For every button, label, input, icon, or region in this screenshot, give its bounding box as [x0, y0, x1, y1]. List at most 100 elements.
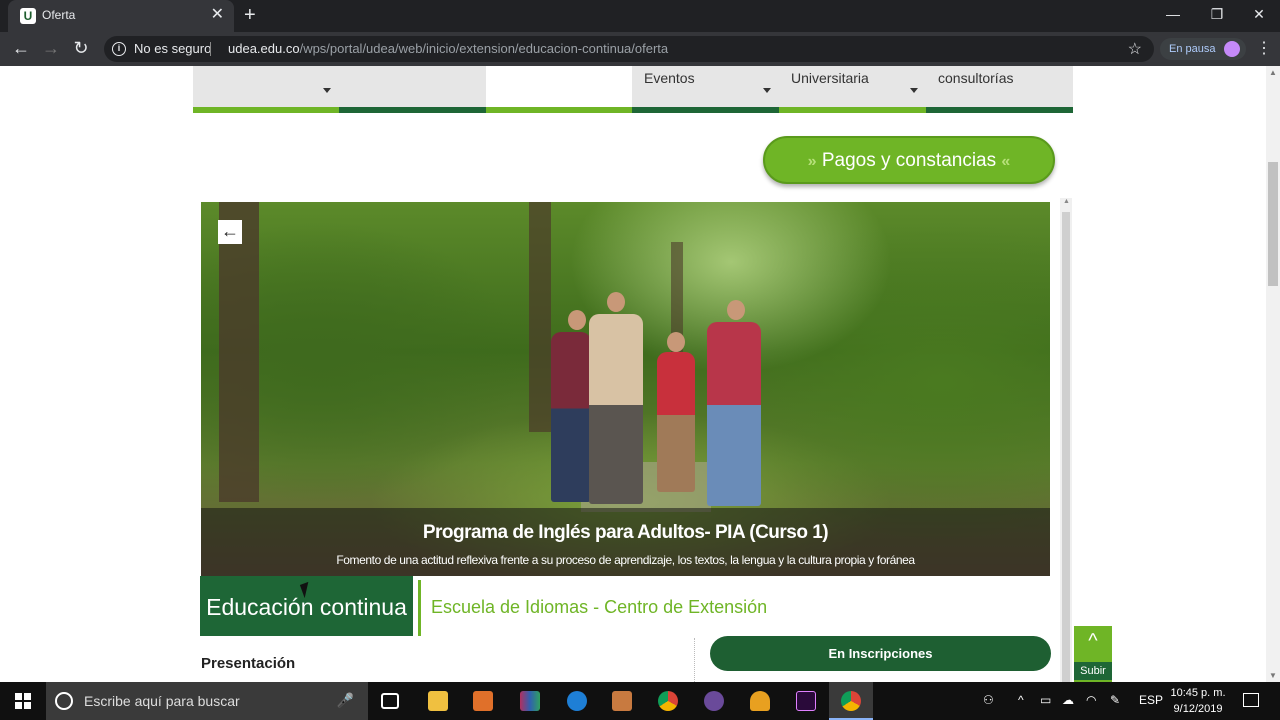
notifications-icon[interactable]	[1243, 693, 1259, 707]
search-placeholder: Escribe aquí para buscar	[84, 693, 240, 709]
clock[interactable]: 10:45 p. m. 9/12/2019	[1166, 685, 1230, 717]
pagos-label: Pagos y constancias	[821, 150, 997, 171]
tree-trunk	[529, 202, 551, 432]
nav-underline	[339, 107, 486, 113]
info-icon[interactable]: i	[112, 42, 126, 56]
address-bar[interactable]: i No es seguro udea.edu.co/wps/portal/ud…	[104, 36, 1154, 62]
battery-icon[interactable]: ▭	[1040, 693, 1051, 707]
media-player-icon[interactable]	[473, 691, 493, 711]
back-icon[interactable]: ←	[10, 38, 32, 58]
people-icon[interactable]: ⚇	[983, 693, 994, 707]
hero-banner: ← Programa de Inglés para Adultos- PIA (…	[201, 202, 1050, 576]
person-head	[667, 332, 685, 352]
school-name: Escuela de Idiomas - Centro de Extensión	[431, 597, 768, 617]
person-head	[727, 300, 745, 320]
inner-scroll-thumb[interactable]	[1062, 212, 1070, 682]
divider	[210, 42, 211, 56]
forward-icon[interactable]: →	[40, 38, 62, 58]
person	[707, 322, 761, 506]
tab-oferta[interactable]: U Oferta ✕	[8, 0, 234, 32]
url-host: udea.edu.co	[228, 41, 300, 56]
kebab-menu-icon[interactable]: ⋮	[1256, 38, 1272, 58]
pagos-constancias-button[interactable]: » Pagos y constancias «	[763, 136, 1055, 184]
language-indicator[interactable]: ESP	[1139, 693, 1163, 707]
onedrive-icon[interactable]: ☁	[1062, 693, 1074, 707]
udea-favicon-icon: U	[20, 8, 36, 24]
nav-underline	[632, 107, 779, 113]
person-head	[568, 310, 586, 330]
chevrons-left-icon: «	[1001, 153, 1011, 170]
pen-icon[interactable]: ✎	[1110, 693, 1120, 707]
restore-icon[interactable]: ❐	[1194, 4, 1240, 24]
edge-icon[interactable]	[567, 691, 587, 711]
avatar	[1224, 41, 1240, 57]
presentacion-heading: Presentación	[201, 655, 296, 672]
page-scrollbar[interactable]: ▲ ▼	[1266, 66, 1280, 682]
security-label[interactable]: No es seguro	[134, 41, 211, 56]
person-head	[607, 292, 625, 312]
cortana-icon[interactable]	[55, 692, 73, 710]
wifi-icon[interactable]: ◠	[1086, 693, 1096, 707]
browser-tab-strip: U Oferta ✕ + — ❐ ✕	[0, 0, 1280, 32]
scroll-top-button[interactable]: ^ Subir	[1074, 626, 1112, 682]
minimize-icon[interactable]: —	[1150, 4, 1196, 24]
new-tab-button[interactable]: +	[244, 4, 256, 26]
bookmark-star-icon[interactable]: ☆	[1128, 39, 1142, 59]
nav-item-label: consultorías	[938, 70, 1014, 86]
microphone-icon[interactable]: 🎤	[337, 692, 354, 709]
hero-subtitle: Fomento de una actitud reflexiva frente …	[336, 553, 915, 567]
url-path: /wps/portal/udea/web/inicio/extension/ed…	[299, 41, 669, 56]
person	[551, 332, 591, 502]
chrome-icon	[841, 691, 861, 711]
inscripciones-button[interactable]: En Inscripciones	[710, 636, 1051, 671]
active-chrome-window[interactable]	[829, 682, 873, 720]
url-text[interactable]: udea.edu.co/wps/portal/udea/web/inicio/e…	[228, 41, 668, 56]
windows-start-icon[interactable]	[15, 693, 31, 709]
profile-status: En pausa	[1169, 43, 1216, 55]
scroll-up-icon[interactable]: ▲	[1063, 198, 1070, 205]
clock-date: 9/12/2019	[1173, 703, 1223, 715]
scroll-down-icon[interactable]: ▼	[1269, 671, 1277, 680]
nav-item-1[interactable]	[193, 66, 339, 113]
clock-time: 10:45 p. m.	[1170, 687, 1226, 699]
nav-item-eventos[interactable]: Eventos	[632, 66, 779, 113]
nav-underline	[779, 107, 926, 113]
tree-trunk	[219, 202, 259, 502]
chevron-up-icon: ^	[1088, 630, 1098, 652]
back-arrow-icon[interactable]: ←	[218, 220, 242, 244]
nav-item-2[interactable]	[339, 66, 486, 113]
winrar-icon[interactable]	[520, 691, 540, 711]
file-explorer-icon[interactable]	[428, 691, 448, 711]
caret-down-icon	[763, 88, 771, 93]
browser-toolbar: ← → ↻ i No es seguro udea.edu.co/wps/por…	[0, 32, 1280, 66]
reload-icon[interactable]: ↻	[70, 38, 92, 58]
nav-item-consultorias[interactable]: consultorías	[926, 66, 1073, 113]
nav-item-3[interactable]	[486, 66, 632, 113]
taskbar-search[interactable]: Escribe aquí para buscar 🎤	[46, 682, 368, 720]
dotted-divider	[694, 638, 695, 682]
caret-down-icon	[910, 88, 918, 93]
task-view-icon[interactable]	[381, 693, 399, 709]
inner-scrollbar[interactable]: ▲	[1060, 198, 1072, 682]
windows-taskbar: Escribe aquí para buscar 🎤 ⚇ ^ ▭ ☁ ◠ ✎ E…	[0, 682, 1280, 720]
tab-close-icon[interactable]: ✕	[211, 6, 224, 24]
person	[657, 352, 695, 492]
nav-item-universitaria[interactable]: Universitaria	[779, 66, 926, 113]
scroll-thumb[interactable]	[1268, 162, 1278, 286]
nav-underline	[193, 107, 339, 113]
close-window-icon[interactable]: ✕	[1236, 4, 1280, 24]
scroll-up-icon[interactable]: ▲	[1269, 68, 1277, 77]
app-icon[interactable]	[704, 691, 724, 711]
show-hidden-icon[interactable]: ^	[1018, 693, 1024, 707]
paint-icon[interactable]	[612, 691, 632, 711]
subir-label: Subir	[1074, 662, 1112, 680]
hero-title: Programa de Inglés para Adultos- PIA (Cu…	[422, 522, 829, 543]
caret-down-icon	[323, 88, 331, 93]
nav-underline	[486, 107, 632, 113]
premiere-icon[interactable]	[796, 691, 816, 711]
vlc-icon[interactable]	[750, 691, 770, 711]
chrome-icon[interactable]	[658, 691, 678, 711]
profile-button[interactable]: En pausa	[1160, 38, 1246, 60]
page-content: Eventos Universitaria consultorías » Pag…	[0, 66, 1266, 682]
nav-item-label: Eventos	[644, 70, 695, 86]
